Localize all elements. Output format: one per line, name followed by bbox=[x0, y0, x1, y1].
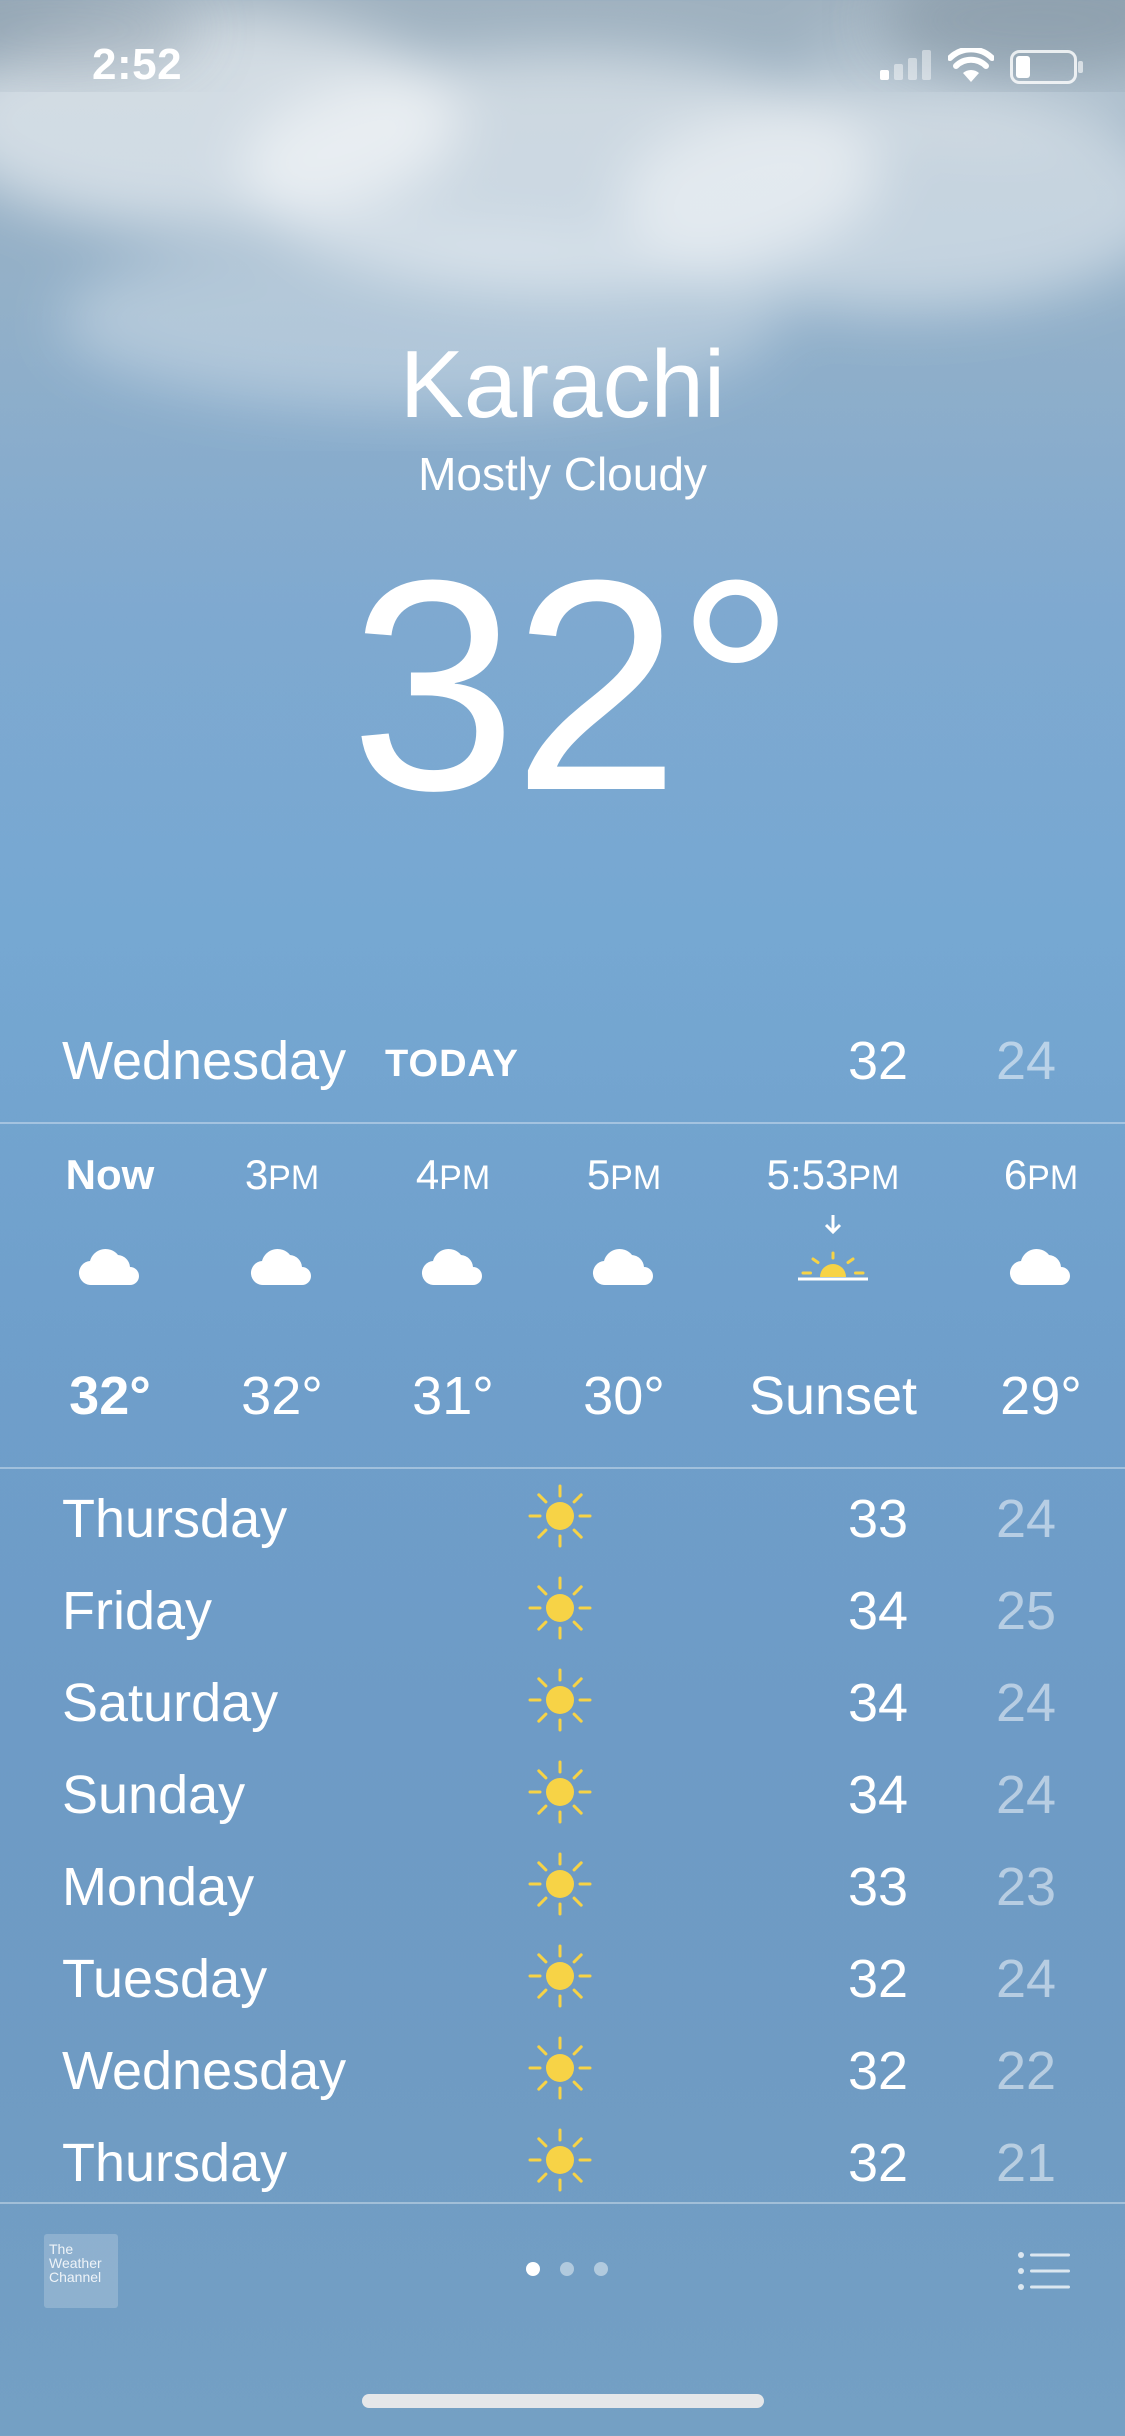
today-summary: Wednesday TODAY 32 24 bbox=[0, 1010, 1125, 1110]
daily-day: Thursday bbox=[62, 1489, 288, 1549]
hourly-value: 32° bbox=[69, 1366, 151, 1426]
daily-high: 32 bbox=[848, 1949, 909, 2009]
logo-text-line: Weather bbox=[49, 2255, 102, 2271]
today-day: Wednesday bbox=[62, 1031, 347, 1091]
status-time: 2:52 bbox=[92, 40, 183, 89]
sun-icon bbox=[526, 2126, 594, 2199]
hourly-item: 4PM 31° bbox=[368, 1125, 538, 1465]
battery-icon bbox=[1010, 50, 1083, 84]
daily-day: Sunday bbox=[62, 1765, 246, 1825]
sun-icon bbox=[526, 2034, 594, 2107]
divider bbox=[0, 1467, 1125, 1469]
today-low: 24 bbox=[996, 1031, 1057, 1091]
daily-row: Thursday 32 21 bbox=[0, 2114, 1125, 2206]
daily-low: 24 bbox=[996, 1489, 1057, 1549]
cloud-icon bbox=[1009, 1245, 1073, 1292]
hourly-item: 6PM 29° bbox=[956, 1125, 1125, 1465]
current-temperature: 32° bbox=[350, 517, 796, 853]
daily-row: Monday 33 23 bbox=[0, 1838, 1125, 1930]
cloud-icon bbox=[592, 1245, 656, 1292]
cellular-signal-icon bbox=[880, 50, 931, 80]
daily-row: Thursday 33 24 bbox=[0, 1470, 1125, 1562]
list-icon[interactable] bbox=[1018, 2252, 1070, 2290]
hourly-value: 32° bbox=[241, 1366, 323, 1426]
wifi-icon bbox=[948, 48, 994, 82]
daily-day: Monday bbox=[62, 1857, 255, 1917]
daily-low: 21 bbox=[996, 2133, 1057, 2193]
sun-icon bbox=[526, 1574, 594, 1647]
weather-condition: Mostly Cloudy bbox=[418, 448, 707, 500]
hourly-time: 5PM bbox=[586, 1151, 662, 1198]
cloud-icon bbox=[78, 1245, 142, 1292]
logo-text-line: The bbox=[49, 2241, 74, 2257]
sunset-icon bbox=[796, 1215, 870, 1290]
daily-low: 25 bbox=[996, 1581, 1057, 1641]
hourly-time: Now bbox=[65, 1151, 155, 1198]
page-indicator[interactable] bbox=[516, 2262, 618, 2281]
hourly-value: 30° bbox=[583, 1366, 665, 1426]
sun-icon bbox=[526, 1942, 594, 2015]
daily-row: Sunday 34 24 bbox=[0, 1746, 1125, 1838]
today-tag: TODAY bbox=[385, 1043, 519, 1085]
hourly-value: 29° bbox=[1000, 1366, 1082, 1426]
daily-high: 32 bbox=[848, 2133, 909, 2193]
sun-icon bbox=[526, 1758, 594, 1831]
page-dot[interactable] bbox=[594, 2262, 608, 2276]
cloud-icon bbox=[250, 1245, 314, 1292]
hourly-time: 6PM bbox=[1003, 1151, 1079, 1198]
city-name: Karachi bbox=[399, 331, 726, 438]
daily-low: 23 bbox=[996, 1857, 1057, 1917]
divider bbox=[0, 1122, 1125, 1124]
daily-low: 24 bbox=[996, 1949, 1057, 2009]
daily-day: Friday bbox=[62, 1581, 213, 1641]
daily-day: Tuesday bbox=[62, 1949, 268, 2009]
cloud-icon bbox=[421, 1245, 485, 1292]
daily-day: Wednesday bbox=[62, 2041, 347, 2101]
hourly-item: 5:53PM Sunset bbox=[723, 1125, 943, 1465]
hourly-item: 5PM 30° bbox=[539, 1125, 709, 1465]
sun-icon bbox=[526, 1850, 594, 1923]
weather-channel-logo[interactable]: The Weather Channel bbox=[44, 2234, 118, 2308]
daily-row: Wednesday 32 22 bbox=[0, 2022, 1125, 2114]
daily-day: Saturday bbox=[62, 1673, 279, 1733]
daily-high: 34 bbox=[848, 1581, 909, 1641]
daily-high: 32 bbox=[848, 2041, 909, 2101]
daily-day: Thursday bbox=[62, 2133, 288, 2193]
sun-icon bbox=[526, 1666, 594, 1739]
sun-icon bbox=[526, 1482, 594, 1555]
logo-text-line: Channel bbox=[49, 2269, 102, 2285]
daily-high: 33 bbox=[848, 1857, 909, 1917]
hourly-time: 5:53PM bbox=[766, 1151, 900, 1198]
daily-low: 22 bbox=[996, 2041, 1057, 2101]
daily-row: Tuesday 32 24 bbox=[0, 1930, 1125, 2022]
hourly-value: 31° bbox=[412, 1366, 494, 1426]
hourly-item: 3PM 32° bbox=[197, 1125, 367, 1465]
daily-row: Saturday 34 24 bbox=[0, 1654, 1125, 1746]
home-indicator[interactable] bbox=[362, 2394, 764, 2408]
daily-low: 24 bbox=[996, 1673, 1057, 1733]
hourly-time: 3PM bbox=[244, 1151, 320, 1198]
daily-high: 34 bbox=[848, 1673, 909, 1733]
page-dot[interactable] bbox=[526, 2262, 540, 2276]
daily-row: Friday 34 25 bbox=[0, 1562, 1125, 1654]
daily-high: 34 bbox=[848, 1765, 909, 1825]
hourly-value: Sunset bbox=[748, 1366, 918, 1426]
today-high: 32 bbox=[848, 1031, 909, 1091]
hourly-item: Now 32° bbox=[25, 1125, 195, 1465]
status-bar: 2:52 bbox=[0, 0, 1125, 130]
hourly-time: 4PM bbox=[415, 1151, 491, 1198]
hourly-forecast[interactable]: Now 32° 3PM 32° 4PM 31° 5PM 30° 5:53PM Sunset 6PM… bbox=[0, 1125, 1125, 1465]
page-dot[interactable] bbox=[560, 2262, 574, 2276]
daily-high: 33 bbox=[848, 1489, 909, 1549]
daily-low: 24 bbox=[996, 1765, 1057, 1825]
